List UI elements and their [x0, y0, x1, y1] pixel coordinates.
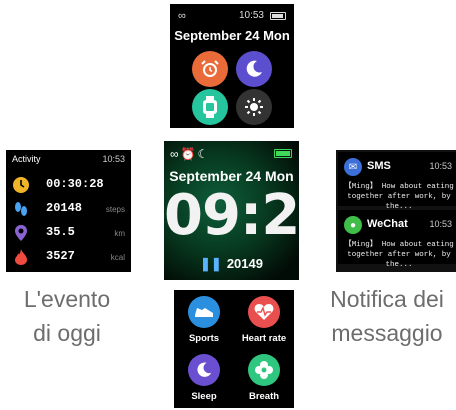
app-label: Heart rate	[241, 333, 287, 344]
caption-line: di oggi	[33, 320, 101, 346]
watch-icon	[203, 96, 217, 118]
calories-unit: kcal	[110, 253, 125, 262]
steps-value: 20148	[46, 201, 83, 215]
app-label: Sports	[188, 333, 220, 344]
app-breath[interactable]: Breath	[234, 350, 294, 406]
alarm-icon: ⏰	[180, 147, 198, 161]
calories-value: 3527	[46, 249, 75, 263]
activity-time: 10:53	[102, 154, 125, 164]
app-sleep[interactable]: Sleep	[174, 350, 234, 406]
activity-row-duration: 00:30:28	[10, 174, 127, 196]
steps-unit: steps	[105, 205, 125, 214]
moon-icon: ☾	[197, 147, 211, 161]
notification-app: WeChat	[367, 218, 408, 230]
notifications-screen: ✉ SMS 10:53 【Ming】 How about eating toge…	[336, 150, 456, 272]
caption-line: Notifica dei	[330, 286, 444, 312]
activity-row-distance: 35.5 km	[10, 222, 127, 244]
location-icon	[15, 225, 27, 241]
battery-icon	[274, 149, 292, 158]
moon-icon	[246, 60, 262, 77]
activity-row-calories: 3527 kcal	[10, 246, 127, 268]
app-label: Breath	[248, 391, 280, 402]
quick-settings-date: September 24 Mon	[174, 28, 290, 43]
notification-card[interactable]: ● WeChat 10:53 【Ming】 How about eating t…	[338, 210, 456, 269]
distance-value: 35.5	[46, 225, 75, 239]
watch-status-icons: ∞⏰☾	[170, 147, 210, 161]
dnd-moon-toggle[interactable]	[236, 51, 272, 87]
app-label: Sleep	[191, 391, 217, 402]
watch-face-screen[interactable]: ∞⏰☾ September 24 Mon 09:28 ❚❚ 20149	[164, 141, 299, 280]
flame-icon	[15, 249, 27, 265]
notification-time: 10:53	[429, 219, 452, 229]
activity-screen: Activity 10:53 00:30:28 20148 steps 35.5…	[6, 150, 131, 272]
distance-unit: km	[114, 229, 125, 238]
quick-settings-screen: ∞ 10:53 September 24 Mon	[170, 4, 294, 128]
caption-line: messaggio	[331, 320, 443, 346]
app-menu-screen: Sports Heart rate Sleep Breath	[174, 290, 294, 408]
wechat-icon: ●	[344, 216, 362, 234]
watch-date: September 24 Mon	[169, 168, 294, 184]
sneaker-icon	[188, 296, 220, 328]
watch-toggle[interactable]	[192, 89, 228, 125]
flower-icon	[248, 354, 280, 386]
notification-time: 10:53	[429, 161, 452, 171]
loop-icon: ∞	[178, 10, 186, 22]
caption-todays-event: L'evento di oggi	[0, 282, 134, 350]
status-bar: ∞ 10:53	[178, 10, 286, 22]
battery-icon	[270, 12, 286, 20]
app-sports[interactable]: Sports	[174, 292, 234, 348]
heart-icon	[248, 296, 280, 328]
footprints-icon	[15, 202, 27, 216]
clock-icon	[13, 177, 29, 193]
app-heart-rate[interactable]: Heart rate	[234, 292, 294, 348]
notification-app: SMS	[367, 160, 391, 172]
alarm-toggle[interactable]	[192, 51, 228, 87]
moon-icon	[188, 354, 220, 386]
watch-steps-value: 20149	[226, 256, 263, 271]
sms-icon: ✉	[344, 158, 362, 176]
caption-message-notification: Notifica dei messaggio	[318, 282, 456, 350]
alarm-icon	[201, 60, 219, 77]
notification-message: 【Ming】 How about eating together after w…	[344, 241, 454, 269]
notification-message: 【Ming】 How about eating together after w…	[344, 183, 454, 211]
duration-value: 00:30:28	[46, 177, 104, 191]
watch-steps: ❚❚ 20149	[164, 256, 299, 272]
caption-line: L'evento	[23, 286, 111, 312]
status-time: 10:53	[238, 10, 264, 21]
loop-icon: ∞	[170, 147, 181, 161]
brightness-toggle[interactable]	[236, 89, 272, 125]
activity-row-steps: 20148 steps	[10, 198, 127, 220]
footprints-icon: ❚❚	[200, 256, 222, 271]
watch-time: 09:28	[164, 183, 299, 248]
activity-title: Activity	[12, 154, 41, 164]
brightness-icon	[245, 98, 263, 116]
activity-header: Activity 10:53	[12, 154, 125, 164]
notification-card[interactable]: ✉ SMS 10:53 【Ming】 How about eating toge…	[338, 152, 456, 211]
